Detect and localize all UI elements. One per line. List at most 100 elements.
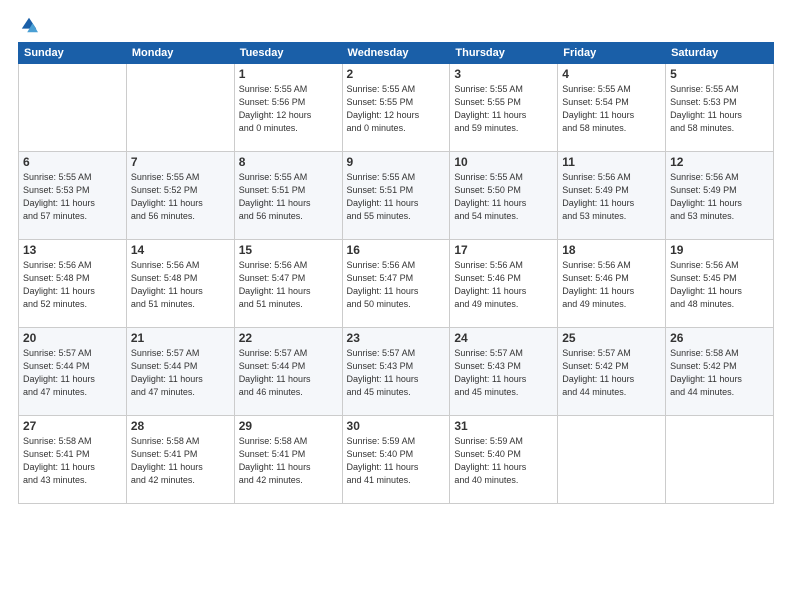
day-number: 12 <box>670 155 769 169</box>
day-info: Sunrise: 5:55 AMSunset: 5:50 PMDaylight:… <box>454 171 553 223</box>
day-info: Sunrise: 5:57 AMSunset: 5:43 PMDaylight:… <box>454 347 553 399</box>
day-number: 13 <box>23 243 122 257</box>
day-number: 18 <box>562 243 661 257</box>
calendar-cell: 24 Sunrise: 5:57 AMSunset: 5:43 PMDayligh… <box>450 328 558 416</box>
calendar-cell: 12 Sunrise: 5:56 AMSunset: 5:49 PMDayligh… <box>666 152 774 240</box>
day-number: 27 <box>23 419 122 433</box>
day-number: 17 <box>454 243 553 257</box>
day-number: 30 <box>347 419 446 433</box>
calendar-cell: 17 Sunrise: 5:56 AMSunset: 5:46 PMDayligh… <box>450 240 558 328</box>
weekday-header-wednesday: Wednesday <box>342 43 450 64</box>
day-number: 15 <box>239 243 338 257</box>
day-number: 1 <box>239 67 338 81</box>
day-number: 26 <box>670 331 769 345</box>
day-info: Sunrise: 5:57 AMSunset: 5:44 PMDaylight:… <box>239 347 338 399</box>
day-info: Sunrise: 5:55 AMSunset: 5:52 PMDaylight:… <box>131 171 230 223</box>
day-number: 7 <box>131 155 230 169</box>
calendar-cell <box>126 64 234 152</box>
day-info: Sunrise: 5:56 AMSunset: 5:48 PMDaylight:… <box>131 259 230 311</box>
calendar-cell: 26 Sunrise: 5:58 AMSunset: 5:42 PMDayligh… <box>666 328 774 416</box>
day-number: 23 <box>347 331 446 345</box>
day-number: 31 <box>454 419 553 433</box>
day-number: 8 <box>239 155 338 169</box>
calendar-week-1: 1 Sunrise: 5:55 AMSunset: 5:56 PMDaylight… <box>19 64 774 152</box>
calendar-cell: 19Sunrise: 5:56 AMSunset: 5:45 PMDayligh… <box>666 240 774 328</box>
calendar-cell: 23 Sunrise: 5:57 AMSunset: 5:43 PMDayligh… <box>342 328 450 416</box>
day-info: Sunrise: 5:59 AMSunset: 5:40 PMDaylight:… <box>347 435 446 487</box>
calendar-week-2: 6Sunrise: 5:55 AMSunset: 5:53 PMDaylight… <box>19 152 774 240</box>
day-info: Sunrise: 5:57 AMSunset: 5:44 PMDaylight:… <box>131 347 230 399</box>
calendar-cell: 14 Sunrise: 5:56 AMSunset: 5:48 PMDayligh… <box>126 240 234 328</box>
calendar-cell <box>19 64 127 152</box>
logo <box>18 16 38 34</box>
weekday-header-monday: Monday <box>126 43 234 64</box>
day-info: Sunrise: 5:56 AMSunset: 5:46 PMDaylight:… <box>454 259 553 311</box>
day-number: 20 <box>23 331 122 345</box>
calendar-cell: 5 Sunrise: 5:55 AMSunset: 5:53 PMDaylight… <box>666 64 774 152</box>
calendar-cell: 8 Sunrise: 5:55 AMSunset: 5:51 PMDaylight… <box>234 152 342 240</box>
logo-icon <box>20 16 38 34</box>
calendar-week-5: 27 Sunrise: 5:58 AMSunset: 5:41 PMDayligh… <box>19 416 774 504</box>
calendar-cell: 29 Sunrise: 5:58 AMSunset: 5:41 PMDayligh… <box>234 416 342 504</box>
calendar-cell: 13Sunrise: 5:56 AMSunset: 5:48 PMDayligh… <box>19 240 127 328</box>
day-info: Sunrise: 5:58 AMSunset: 5:41 PMDaylight:… <box>23 435 122 487</box>
calendar-cell: 28 Sunrise: 5:58 AMSunset: 5:41 PMDayligh… <box>126 416 234 504</box>
day-info: Sunrise: 5:55 AMSunset: 5:51 PMDaylight:… <box>239 171 338 223</box>
weekday-header-row: SundayMondayTuesdayWednesdayThursdayFrid… <box>19 43 774 64</box>
day-number: 2 <box>347 67 446 81</box>
weekday-header-sunday: Sunday <box>19 43 127 64</box>
day-info: Sunrise: 5:58 AMSunset: 5:42 PMDaylight:… <box>670 347 769 399</box>
calendar-week-3: 13 Sunrise: 5:56 AMSunset: 5:48 PMDayligh… <box>19 240 774 328</box>
day-number: 4 <box>562 67 661 81</box>
day-number: 25 <box>562 331 661 345</box>
day-number: 29 <box>239 419 338 433</box>
day-number: 14 <box>131 243 230 257</box>
calendar-cell: 3 Sunrise: 5:55 AMSunset: 5:55 PMDaylight… <box>450 64 558 152</box>
calendar-cell: 25 Sunrise: 5:57 AMSunset: 5:42 PMDayligh… <box>558 328 666 416</box>
day-number: 11 <box>562 155 661 169</box>
calendar-cell: 1 Sunrise: 5:55 AMSunset: 5:56 PMDaylight… <box>234 64 342 152</box>
calendar-cell: 2Sunrise: 5:55 AMSunset: 5:55 PMDaylight… <box>342 64 450 152</box>
page: SundayMondayTuesdayWednesdayThursdayFrid… <box>0 0 792 612</box>
calendar-cell: 22 Sunrise: 5:57 AMSunset: 5:44 PMDayligh… <box>234 328 342 416</box>
day-info: Sunrise: 5:55 AMSunset: 5:53 PMDaylight:… <box>670 83 769 135</box>
day-info: Sunrise: 5:55 AMSunset: 5:56 PMDaylight:… <box>239 83 338 135</box>
weekday-header-saturday: Saturday <box>666 43 774 64</box>
day-info: Sunrise: 5:56 AMSunset: 5:49 PMDaylight:… <box>670 171 769 223</box>
calendar-cell: 6Sunrise: 5:55 AMSunset: 5:53 PMDaylight… <box>19 152 127 240</box>
day-number: 10 <box>454 155 553 169</box>
calendar-cell: 15 Sunrise: 5:56 AMSunset: 5:47 PMDayligh… <box>234 240 342 328</box>
day-info: Sunrise: 5:56 AMSunset: 5:46 PMDaylight:… <box>562 259 661 311</box>
calendar-cell: 4Sunrise: 5:55 AMSunset: 5:54 PMDaylight… <box>558 64 666 152</box>
day-number: 22 <box>239 331 338 345</box>
calendar-cell: 21Sunrise: 5:57 AMSunset: 5:44 PMDayligh… <box>126 328 234 416</box>
day-number: 3 <box>454 67 553 81</box>
header <box>18 16 774 34</box>
calendar-cell: 11Sunrise: 5:56 AMSunset: 5:49 PMDayligh… <box>558 152 666 240</box>
calendar-week-4: 20 Sunrise: 5:57 AMSunset: 5:44 PMDayligh… <box>19 328 774 416</box>
calendar-cell <box>558 416 666 504</box>
weekday-header-friday: Friday <box>558 43 666 64</box>
day-number: 28 <box>131 419 230 433</box>
calendar-cell: 27 Sunrise: 5:58 AMSunset: 5:41 PMDayligh… <box>19 416 127 504</box>
day-number: 16 <box>347 243 446 257</box>
day-number: 24 <box>454 331 553 345</box>
day-number: 5 <box>670 67 769 81</box>
calendar-table: SundayMondayTuesdayWednesdayThursdayFrid… <box>18 42 774 504</box>
calendar-cell: 31Sunrise: 5:59 AMSunset: 5:40 PMDayligh… <box>450 416 558 504</box>
day-number: 6 <box>23 155 122 169</box>
weekday-header-tuesday: Tuesday <box>234 43 342 64</box>
day-number: 9 <box>347 155 446 169</box>
weekday-header-thursday: Thursday <box>450 43 558 64</box>
calendar-cell: 10 Sunrise: 5:55 AMSunset: 5:50 PMDayligh… <box>450 152 558 240</box>
day-info: Sunrise: 5:56 AMSunset: 5:47 PMDaylight:… <box>239 259 338 311</box>
day-info: Sunrise: 5:56 AMSunset: 5:45 PMDaylight:… <box>670 259 769 311</box>
day-info: Sunrise: 5:58 AMSunset: 5:41 PMDaylight:… <box>131 435 230 487</box>
day-info: Sunrise: 5:57 AMSunset: 5:43 PMDaylight:… <box>347 347 446 399</box>
day-info: Sunrise: 5:57 AMSunset: 5:42 PMDaylight:… <box>562 347 661 399</box>
calendar-cell <box>666 416 774 504</box>
day-info: Sunrise: 5:55 AMSunset: 5:51 PMDaylight:… <box>347 171 446 223</box>
day-info: Sunrise: 5:55 AMSunset: 5:55 PMDaylight:… <box>454 83 553 135</box>
day-info: Sunrise: 5:58 AMSunset: 5:41 PMDaylight:… <box>239 435 338 487</box>
calendar-cell: 7 Sunrise: 5:55 AMSunset: 5:52 PMDaylight… <box>126 152 234 240</box>
